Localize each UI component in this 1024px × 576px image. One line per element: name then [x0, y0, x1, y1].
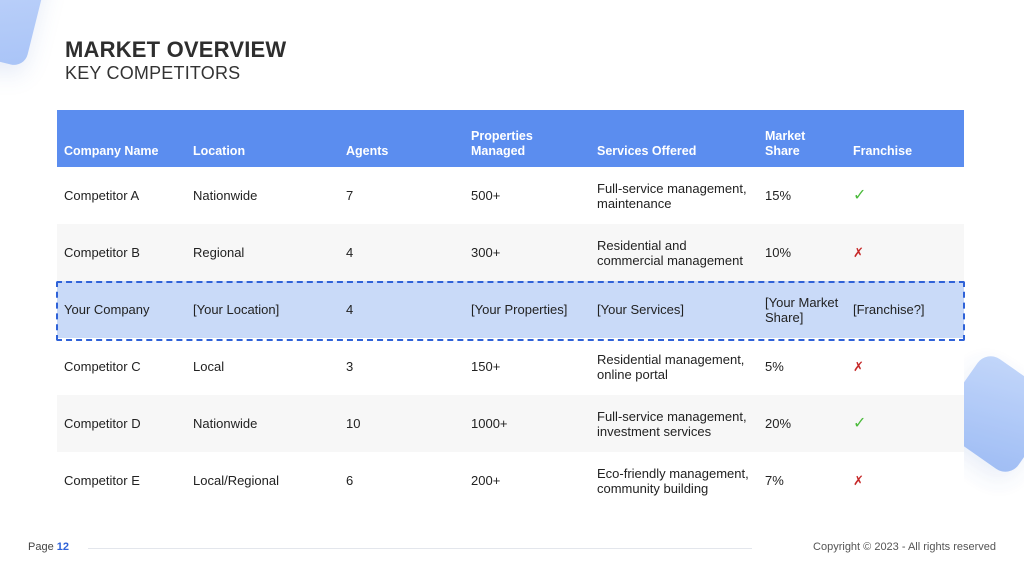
column-header-properties: Properties Managed — [471, 129, 533, 158]
table-row: Competitor B Regional 4 300+ Residential… — [57, 224, 964, 281]
cell-agents: 7 — [346, 188, 354, 203]
column-header-location: Location — [193, 144, 246, 158]
table-row: Competitor C Local 3 150+ Residential ma… — [57, 338, 964, 395]
check-icon: ✓ — [853, 187, 867, 204]
table-row-highlighted: Your Company [Your Location] 4 [Your Pro… — [57, 281, 964, 338]
cell-properties: 200+ — [471, 473, 501, 488]
cell-services: Eco-friendly management, community build… — [597, 465, 749, 496]
footer-divider — [88, 548, 752, 549]
cell-location: Local/Regional — [193, 473, 280, 488]
cell-agents: 3 — [346, 359, 354, 374]
cell-agents: 4 — [346, 245, 354, 260]
table-row: Competitor D Nationwide 10 1000+ Full-se… — [57, 395, 964, 452]
cell-company: Competitor C — [64, 359, 141, 374]
cell-agents: 10 — [346, 416, 361, 431]
competitors-table: Company Name Location Agents Properties … — [57, 110, 964, 509]
table-row: Competitor E Local/Regional 6 200+ Eco-f… — [57, 452, 964, 509]
page-number-label: Page 12 — [28, 541, 69, 553]
cross-icon: ✗ — [853, 359, 864, 374]
cell-services: Full-service management, investment serv… — [597, 408, 747, 439]
cell-services: Full-service management, maintenance — [597, 180, 747, 211]
cell-location: [Your Location] — [193, 302, 280, 317]
column-header-market-share: Market Share — [765, 129, 806, 158]
cell-company: Competitor A — [64, 188, 140, 203]
cell-services: Residential and commercial management — [597, 237, 743, 268]
cell-location: Local — [193, 359, 225, 374]
cell-company: Competitor D — [64, 416, 141, 431]
copyright-text: Copyright © 2023 - All rights reserved — [813, 541, 996, 553]
cell-market-share: 10% — [765, 245, 792, 260]
cell-properties: 150+ — [471, 359, 501, 374]
cell-properties: 1000+ — [471, 416, 508, 431]
page-subtitle: KEY COMPETITORS — [65, 63, 241, 83]
column-header-agents: Agents — [346, 144, 389, 158]
cell-franchise: [Franchise?] — [853, 302, 925, 317]
cell-agents: 4 — [346, 302, 354, 317]
table-header-row: Company Name Location Agents Properties … — [57, 110, 964, 167]
cell-properties: 500+ — [471, 188, 501, 203]
cell-company: Competitor E — [64, 473, 140, 488]
cross-icon: ✗ — [853, 245, 864, 260]
cell-company: Your Company — [64, 302, 150, 317]
cell-location: Regional — [193, 245, 245, 260]
check-icon: ✓ — [853, 415, 867, 432]
decorative-shape-top-left — [0, 0, 54, 68]
cell-properties: 300+ — [471, 245, 501, 260]
cell-market-share: 20% — [765, 416, 792, 431]
column-header-franchise: Franchise — [853, 144, 913, 158]
page-label: Page — [28, 541, 54, 553]
cross-icon: ✗ — [853, 473, 864, 488]
cell-location: Nationwide — [193, 188, 258, 203]
cell-location: Nationwide — [193, 416, 258, 431]
cell-market-share: 15% — [765, 188, 792, 203]
cell-agents: 6 — [346, 473, 354, 488]
table-row: Competitor A Nationwide 7 500+ Full-serv… — [57, 167, 964, 224]
cell-services: [Your Services] — [597, 302, 684, 317]
cell-market-share: 7% — [765, 473, 784, 488]
column-header-company: Company Name — [64, 144, 159, 158]
page-number: 12 — [56, 541, 70, 553]
cell-company: Competitor B — [64, 245, 140, 260]
column-header-services: Services Offered — [597, 144, 697, 158]
page-title: MARKET OVERVIEW — [65, 37, 287, 62]
cell-services: Residential management, online portal — [597, 351, 745, 382]
cell-market-share: [Your Market Share] — [765, 294, 839, 325]
cell-properties: [Your Properties] — [471, 302, 568, 317]
cell-market-share: 5% — [765, 359, 784, 374]
